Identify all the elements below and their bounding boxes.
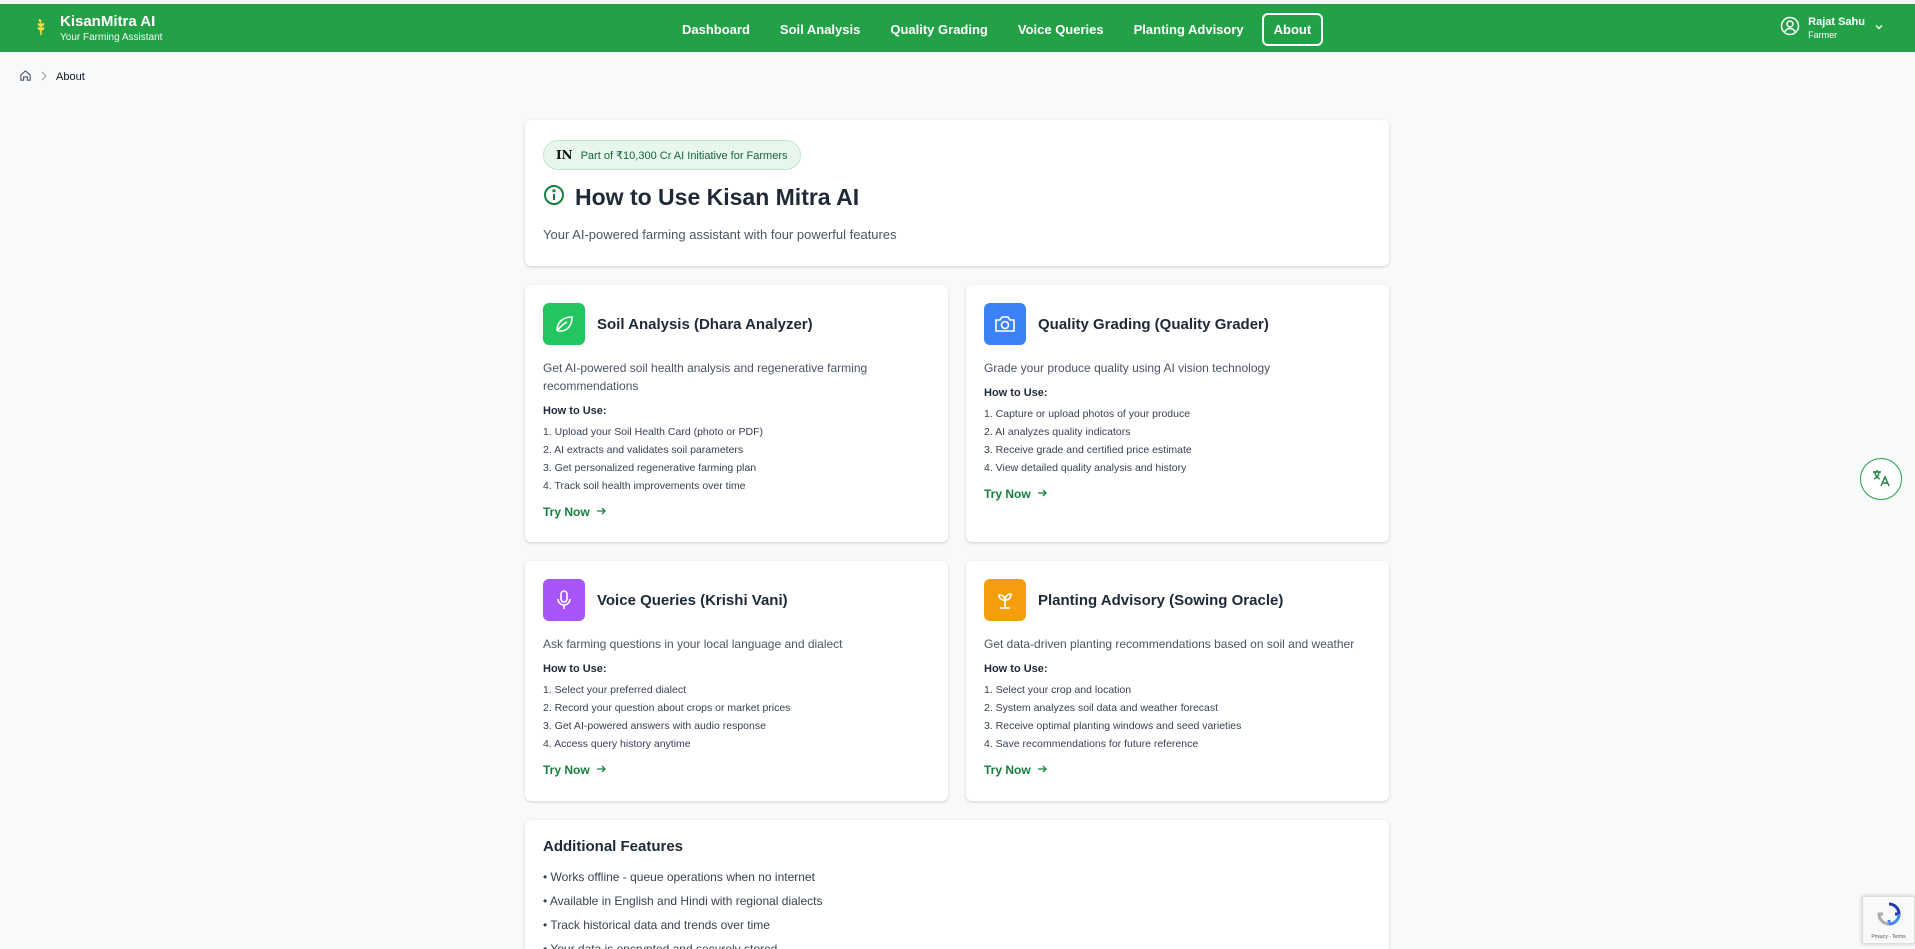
initiative-badge: IN Part of ₹10,300 Cr AI Initiative for … — [543, 140, 801, 170]
info-icon — [543, 184, 565, 211]
try-now-label: Try Now — [543, 763, 590, 777]
feature-title: Voice Queries (Krishi Vani) — [597, 591, 788, 609]
list-item: • Your data is encrypted and securely st… — [543, 942, 778, 949]
step-item: 1. Upload your Soil Health Card (photo o… — [543, 426, 764, 438]
try-now-soil-link[interactable]: Try Now — [543, 505, 606, 519]
feature-desc: Ask farming questions in your local lang… — [543, 637, 843, 651]
arrow-right-icon — [1037, 487, 1047, 501]
feature-title: Quality Grading (Quality Grader) — [1038, 315, 1269, 333]
nav-quality-grading[interactable]: Quality Grading — [878, 13, 1000, 46]
feature-title: Soil Analysis (Dhara Analyzer) — [597, 315, 813, 333]
feature-card-quality: Quality Grading (Quality Grader) Grade y… — [966, 285, 1389, 542]
feature-desc: Get AI-powered soil health analysis and … — [543, 361, 868, 393]
additional-features-card: Additional Features • Works offline - qu… — [525, 820, 1389, 949]
feature-card-planting: Planting Advisory (Sowing Oracle) Get da… — [966, 561, 1389, 801]
recaptcha-logo-icon — [1876, 901, 1902, 932]
breadcrumb-current: About — [56, 71, 85, 83]
step-item: 3. Receive optimal planting windows and … — [984, 720, 1242, 732]
step-item: 3. Receive grade and certified price est… — [984, 444, 1192, 456]
badge-text: Part of ₹10,300 Cr AI Initiative for Far… — [580, 149, 788, 162]
brand-tagline: Your Farming Assistant — [60, 31, 163, 43]
recaptcha-links[interactable]: Privacy - Terms — [1871, 934, 1905, 940]
main-nav: Dashboard Soil Analysis Quality Grading … — [670, 13, 1324, 46]
home-icon[interactable] — [19, 69, 32, 85]
how-to-use-label: How to Use: — [984, 387, 1048, 399]
user-role: Farmer — [1808, 30, 1838, 40]
user-name: Rajat Sahu — [1808, 16, 1865, 28]
brand[interactable]: KisanMitra AI Your Farming Assistant — [34, 13, 162, 44]
steps-list: 1. Upload your Soil Health Card (photo o… — [543, 423, 930, 495]
how-to-use-label: How to Use: — [543, 663, 607, 675]
how-to-use-label: How to Use: — [543, 405, 607, 417]
try-now-label: Try Now — [543, 505, 590, 519]
try-now-voice-link[interactable]: Try Now — [543, 763, 606, 777]
step-item: 4. View detailed quality analysis and hi… — [984, 462, 1187, 474]
microphone-icon — [543, 579, 585, 621]
try-now-label: Try Now — [984, 487, 1031, 501]
translate-icon — [1871, 468, 1891, 491]
step-item: 3. Get AI-powered answers with audio res… — [543, 720, 766, 732]
steps-list: 1. Select your preferred dialect 2. Reco… — [543, 681, 930, 753]
chevron-right-icon — [40, 71, 48, 84]
arrow-right-icon — [1037, 763, 1047, 777]
additional-features-title: Additional Features — [543, 838, 684, 855]
feature-desc: Grade your produce quality using AI visi… — [984, 361, 1271, 375]
wheat-logo-icon — [34, 18, 50, 38]
nav-about[interactable]: About — [1261, 13, 1324, 46]
brand-name: KisanMitra AI — [60, 12, 156, 30]
feature-desc: Get data-driven planting recommendations… — [984, 637, 1355, 651]
step-item: 4. Save recommendations for future refer… — [984, 738, 1199, 750]
breadcrumb: About — [19, 69, 85, 85]
additional-features-list: • Works offline - queue operations when … — [543, 865, 1371, 949]
arrow-right-icon — [596, 505, 606, 519]
steps-list: 1. Select your crop and location 2. Syst… — [984, 681, 1371, 753]
step-item: 1. Select your crop and location — [984, 684, 1132, 696]
list-item: • Works offline - queue operations when … — [543, 870, 815, 884]
step-item: 4. Access query history anytime — [543, 738, 691, 750]
hero-card: IN Part of ₹10,300 Cr AI Initiative for … — [525, 120, 1389, 266]
step-item: 1. Capture or upload photos of your prod… — [984, 408, 1191, 420]
translate-button[interactable] — [1860, 458, 1902, 500]
camera-icon — [984, 303, 1026, 345]
nav-dashboard[interactable]: Dashboard — [670, 13, 762, 46]
user-circle-icon — [1780, 16, 1800, 41]
sprout-icon — [984, 579, 1026, 621]
recaptcha-badge[interactable]: Privacy - Terms — [1862, 896, 1915, 944]
feature-card-soil: Soil Analysis (Dhara Analyzer) Get AI-po… — [525, 285, 948, 542]
page-subtitle: Your AI-powered farming assistant with f… — [543, 227, 897, 242]
list-item: • Track historical data and trends over … — [543, 918, 770, 932]
step-item: 3. Get personalized regenerative farming… — [543, 462, 757, 474]
steps-list: 1. Capture or upload photos of your prod… — [984, 405, 1371, 477]
leaf-icon — [543, 303, 585, 345]
try-now-planting-link[interactable]: Try Now — [984, 763, 1047, 777]
nav-voice-queries[interactable]: Voice Queries — [1006, 13, 1116, 46]
step-item: 2. AI analyzes quality indicators — [984, 426, 1131, 438]
nav-planting-advisory[interactable]: Planting Advisory — [1122, 13, 1256, 46]
user-menu[interactable]: Rajat Sahu Farmer — [1780, 16, 1885, 41]
step-item: 2. AI extracts and validates soil parame… — [543, 444, 744, 456]
step-item: 1. Select your preferred dialect — [543, 684, 686, 696]
try-now-label: Try Now — [984, 763, 1031, 777]
navbar: KisanMitra AI Your Farming Assistant Das… — [0, 4, 1915, 52]
how-to-use-label: How to Use: — [984, 663, 1048, 675]
arrow-right-icon — [596, 763, 606, 777]
step-item: 4. Track soil health improvements over t… — [543, 480, 746, 492]
page-title: How to Use Kisan Mitra AI — [575, 184, 860, 210]
india-flag-label: IN — [556, 148, 573, 162]
feature-title: Planting Advisory (Sowing Oracle) — [1038, 591, 1284, 609]
chevron-down-icon — [1873, 20, 1885, 38]
list-item: • Available in English and Hindi with re… — [543, 894, 823, 908]
step-item: 2. Record your question about crops or m… — [543, 702, 791, 714]
nav-soil-analysis[interactable]: Soil Analysis — [768, 13, 872, 46]
try-now-quality-link[interactable]: Try Now — [984, 487, 1047, 501]
step-item: 2. System analyzes soil data and weather… — [984, 702, 1219, 714]
feature-card-voice: Voice Queries (Krishi Vani) Ask farming … — [525, 561, 948, 801]
